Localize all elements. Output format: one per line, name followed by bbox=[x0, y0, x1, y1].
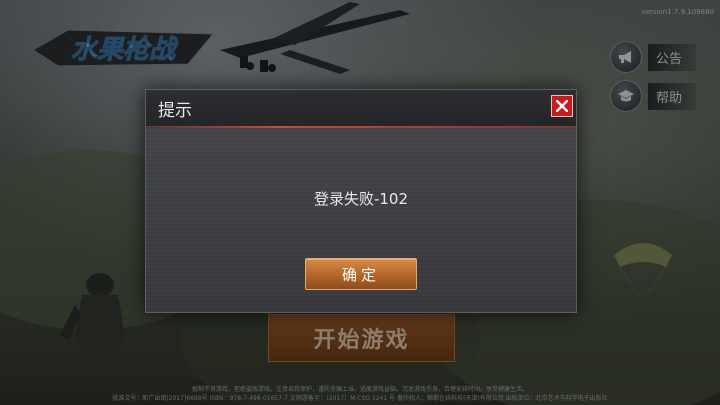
dialog-body: 登录失败-102 确定 bbox=[146, 128, 576, 312]
close-icon bbox=[556, 100, 568, 112]
dialog-header: 提示 bbox=[146, 90, 576, 128]
confirm-label: 确定 bbox=[341, 265, 380, 284]
dialog-message: 登录失败-102 bbox=[313, 190, 409, 208]
confirm-button[interactable]: 确定 bbox=[305, 258, 417, 290]
close-button[interactable] bbox=[551, 95, 573, 117]
alert-dialog: 提示 登录失败-102 确定 bbox=[145, 89, 577, 313]
dialog-title: 提示 bbox=[158, 101, 192, 121]
